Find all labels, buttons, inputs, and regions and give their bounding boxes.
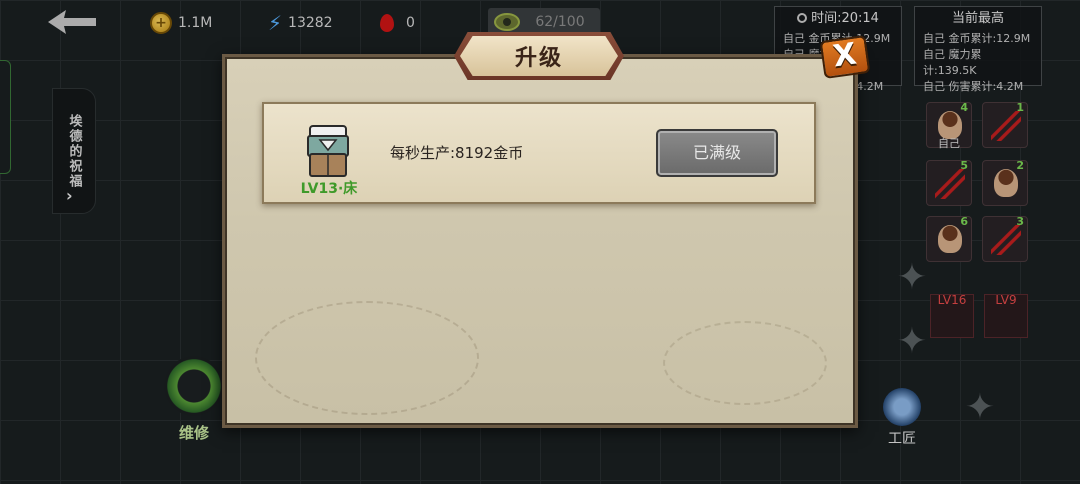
panel-ornament xyxy=(255,301,479,415)
item-description: 每秒生产:8192金币 xyxy=(390,144,524,162)
max-level-button[interactable]: 已满级 xyxy=(656,129,778,177)
panel-ornament xyxy=(663,321,827,405)
item-level: LV13·床 xyxy=(300,181,358,197)
dialog-title: 升级 xyxy=(460,36,618,76)
bed-icon xyxy=(307,125,349,177)
close-button[interactable]: X xyxy=(819,34,871,80)
